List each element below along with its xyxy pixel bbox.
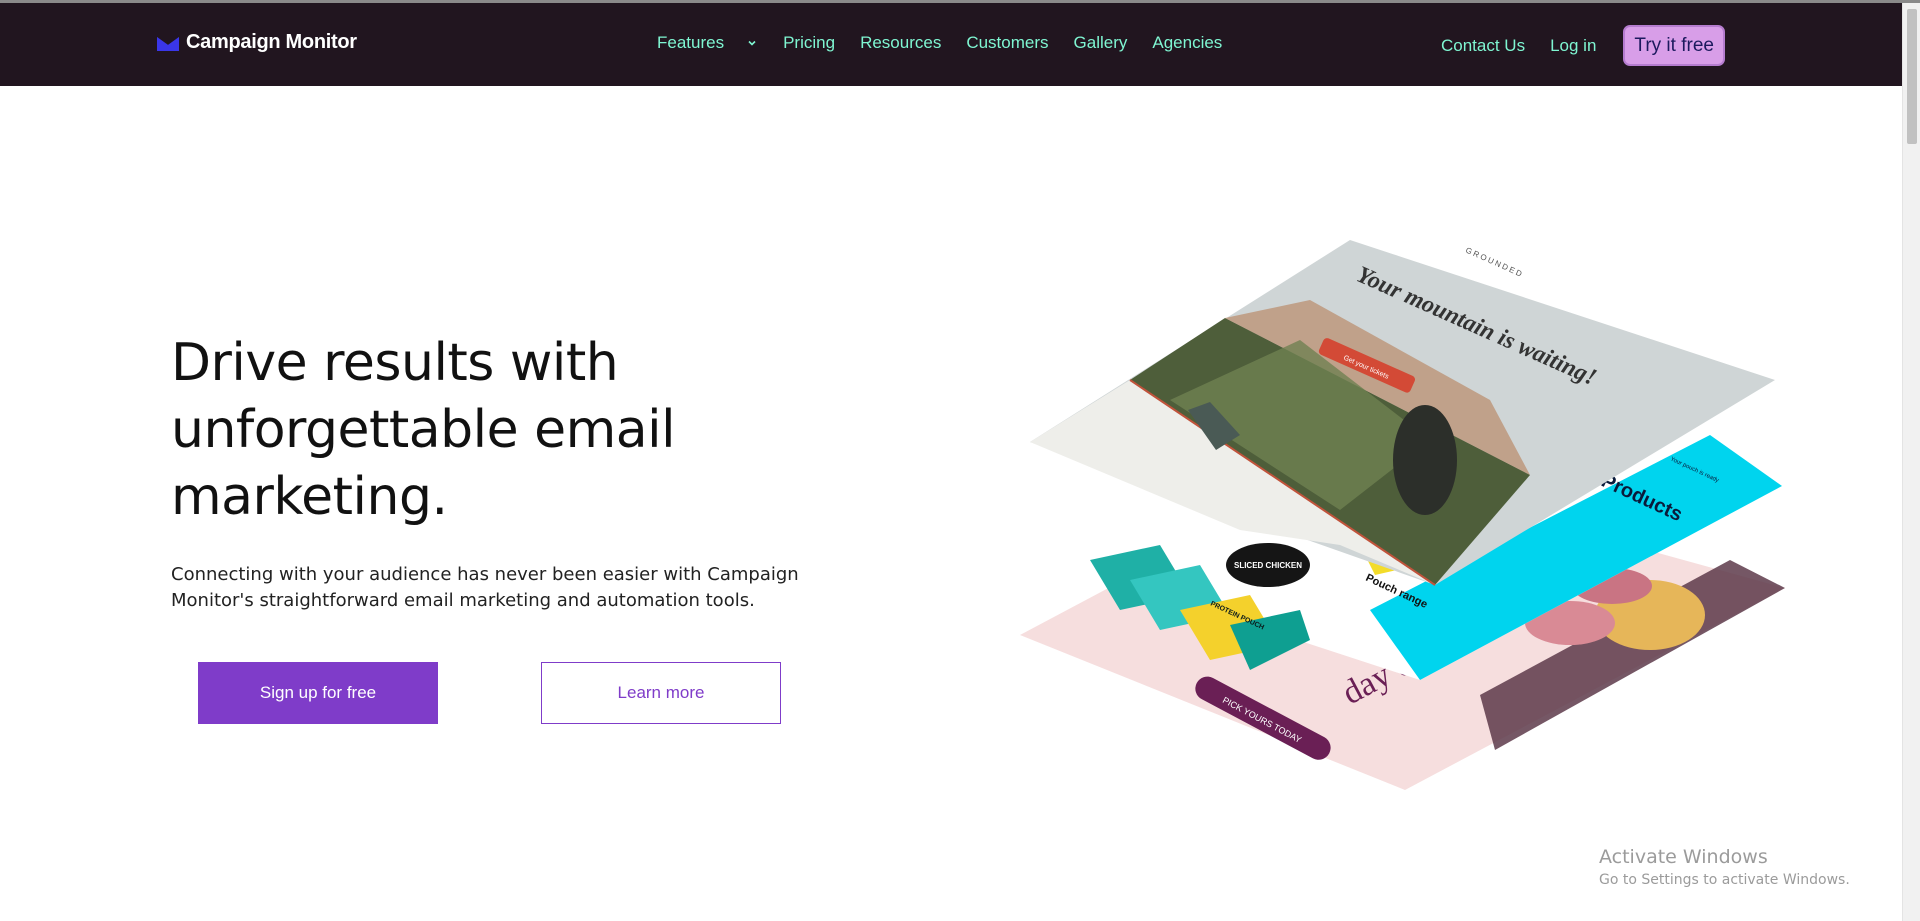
main-menu: Features Pricing Resources Customers Gal… [657, 33, 1222, 53]
try-it-free-button[interactable]: Try it free [1623, 25, 1725, 66]
nav-resources[interactable]: Resources [860, 33, 941, 53]
nav-features[interactable]: Features [657, 33, 758, 53]
logo[interactable]: Campaign Monitor [156, 31, 357, 54]
nav-gallery[interactable]: Gallery [1074, 33, 1128, 53]
watermark-title: Activate Windows [1599, 846, 1768, 868]
contact-us-link[interactable]: Contact Us [1441, 36, 1525, 56]
hero-title: Drive results with unforgettable email m… [171, 333, 676, 527]
nav-actions: Contact Us Log in Try it free [1441, 25, 1725, 66]
watermark-subtitle: Go to Settings to activate Windows. [1599, 872, 1850, 888]
vertical-scrollbar[interactable] [1902, 3, 1920, 921]
campaign-monitor-logo-icon [156, 34, 180, 51]
hero-subtitle: Connecting with your audience has never … [171, 564, 799, 611]
top-navigation: Campaign Monitor Features Pricing Resour… [0, 3, 1902, 86]
nav-pricing[interactable]: Pricing [783, 33, 835, 53]
email-templates-illustration: PICK YOURS TODAY day er. Products Your p… [1020, 240, 1785, 790]
learn-more-button[interactable]: Learn more [541, 662, 781, 724]
nav-customers[interactable]: Customers [966, 33, 1048, 53]
sign-up-button[interactable]: Sign up for free [198, 662, 438, 724]
nav-agencies[interactable]: Agencies [1152, 33, 1222, 53]
hiker-figure [1393, 405, 1457, 515]
sliced-chicken-text: SLICED CHICKEN [1234, 561, 1302, 570]
chevron-down-icon [748, 40, 756, 46]
nav-features-label: Features [657, 33, 725, 52]
logo-text: Campaign Monitor [186, 31, 357, 53]
grounded-brand-text: GROUNDED [1464, 246, 1525, 280]
login-link[interactable]: Log in [1550, 36, 1596, 56]
scrollbar-thumb[interactable] [1907, 9, 1917, 144]
windows-activation-watermark: Activate Windows Go to Settings to activ… [1599, 846, 1850, 888]
